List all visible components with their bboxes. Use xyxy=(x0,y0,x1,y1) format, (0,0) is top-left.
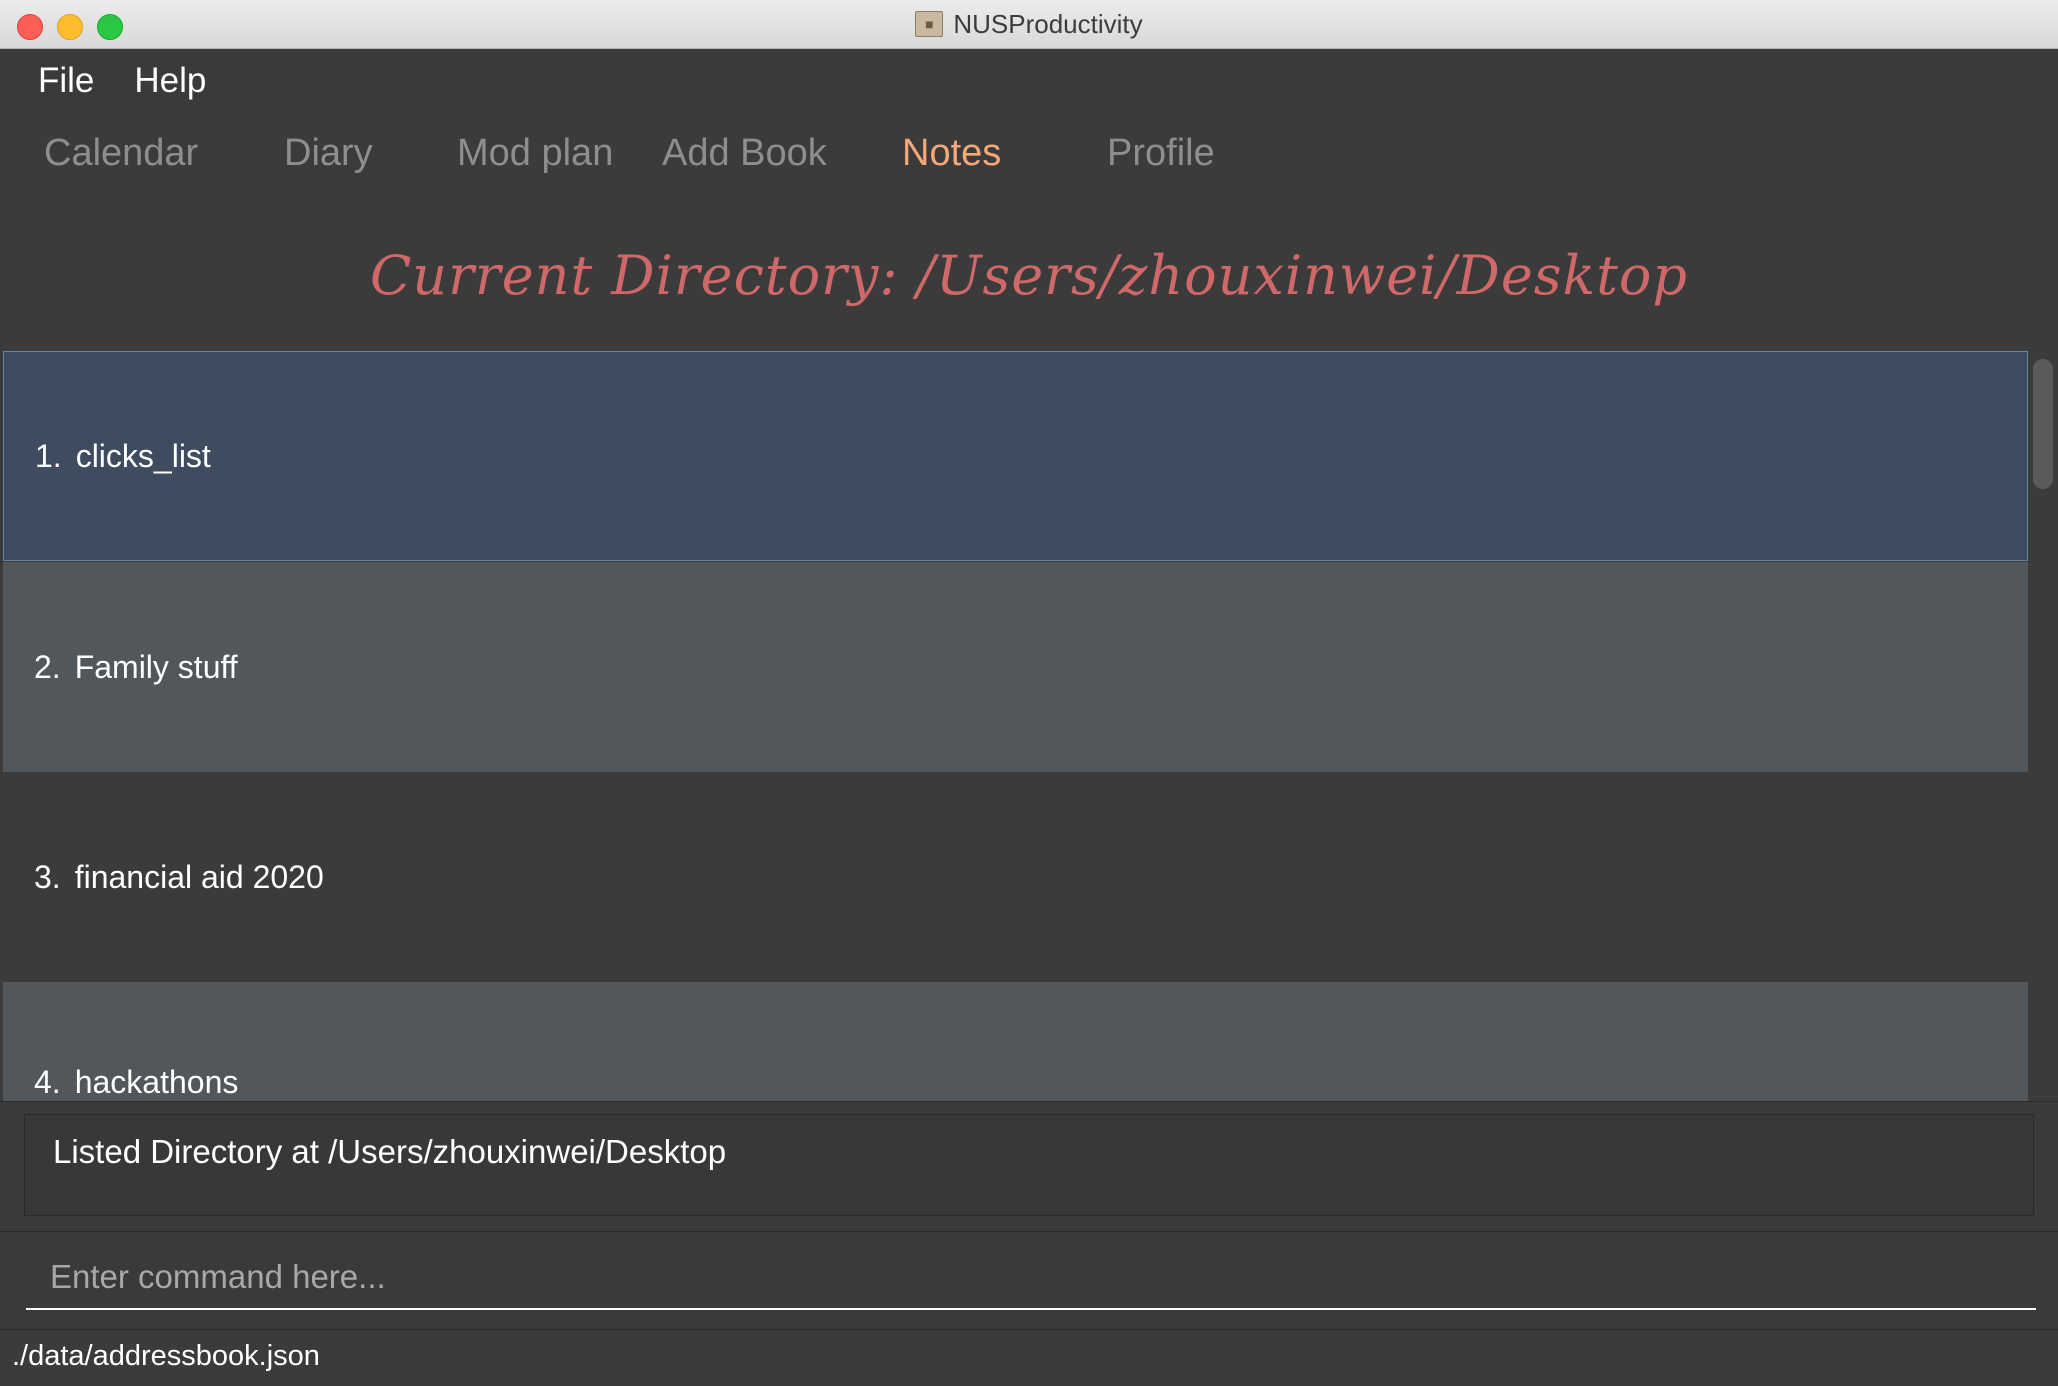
tab-add-book[interactable]: Add Book xyxy=(662,132,827,175)
list-item-name: financial aid 2020 xyxy=(74,858,324,895)
app-icon: ■ xyxy=(915,11,944,37)
list-item-content: 4. hackathons xyxy=(3,1064,238,1101)
list-item-name: clicks_list xyxy=(75,437,211,474)
list-item[interactable]: 1. clicks_list xyxy=(3,351,2028,561)
tab-profile[interactable]: Profile xyxy=(1107,132,1215,175)
menu-help[interactable]: Help xyxy=(134,61,206,101)
list-item-index: 3. xyxy=(34,858,61,895)
title-bar[interactable]: ■ NUSProductivity xyxy=(0,0,2058,49)
result-display-box: Listed Directory at /Users/zhouxinwei/De… xyxy=(24,1114,2034,1216)
list-item[interactable]: 4. hackathons xyxy=(3,982,2028,1101)
menu-bar: File Help xyxy=(0,49,2058,112)
list-item[interactable]: 2. Family stuff xyxy=(3,562,2028,772)
menu-file[interactable]: File xyxy=(38,61,94,101)
command-input[interactable] xyxy=(26,1246,2036,1310)
list-scrollbar[interactable] xyxy=(2030,351,2058,1101)
save-location-path: ./data/addressbook.json xyxy=(12,1340,320,1372)
tab-bar: Calendar Diary Mod plan Add Book Notes P… xyxy=(0,112,2058,202)
notes-list[interactable]: 1. clicks_list 2. Family stuff 3. financ… xyxy=(3,351,2028,1101)
window-title-group: ■ NUSProductivity xyxy=(0,0,2058,48)
list-item-index: 2. xyxy=(34,648,61,685)
app-window: ■ NUSProductivity File Help Calendar Dia… xyxy=(0,0,2058,1386)
result-message: Listed Directory at /Users/zhouxinwei/De… xyxy=(53,1133,727,1170)
list-item-name: Family stuff xyxy=(74,648,238,685)
list-item-index: 4. xyxy=(34,1064,61,1100)
tab-mod-plan[interactable]: Mod plan xyxy=(457,132,613,175)
list-item-name: hackathons xyxy=(74,1064,239,1100)
scrollbar-thumb[interactable] xyxy=(2033,359,2053,489)
tab-diary[interactable]: Diary xyxy=(284,132,373,175)
list-item-index: 1. xyxy=(35,437,62,474)
window-title: NUSProductivity xyxy=(953,8,1143,39)
result-display-panel: Listed Directory at /Users/zhouxinwei/De… xyxy=(0,1101,2058,1232)
current-directory-heading: Current Directory: /Users/zhouxinwei/Des… xyxy=(369,243,1688,307)
list-item[interactable]: 3. financial aid 2020 xyxy=(3,772,2028,982)
tab-calendar[interactable]: Calendar xyxy=(44,132,198,175)
command-panel xyxy=(0,1231,2058,1330)
tab-notes[interactable]: Notes xyxy=(902,132,1001,175)
status-bar: ./data/addressbook.json xyxy=(0,1329,2058,1386)
